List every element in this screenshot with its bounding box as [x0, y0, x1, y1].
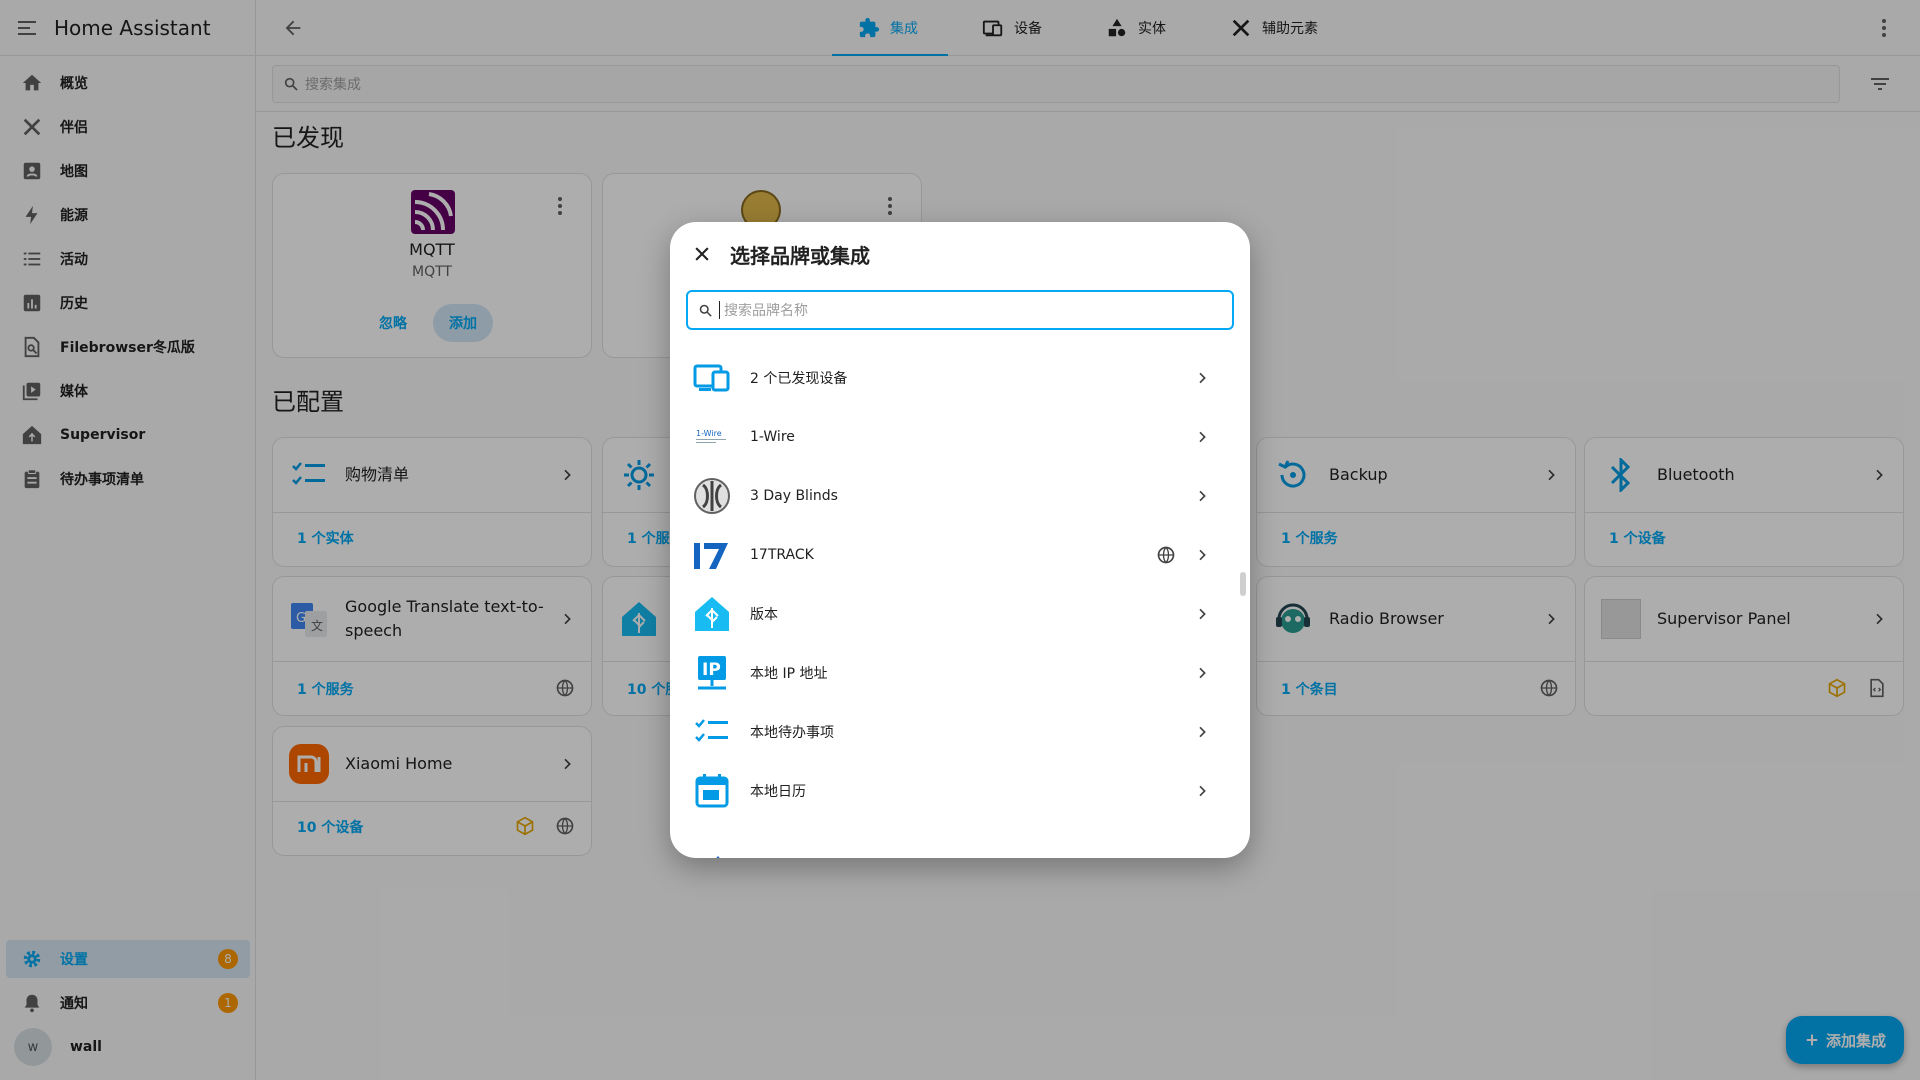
list-item-1-wire[interactable]: 1-Wire 1-Wire — [670, 407, 1236, 466]
home-assistant-logo-icon — [692, 594, 732, 634]
select-brand-dialog: 选择品牌或集成 搜索品牌名称 2 个已发现设备 1-Wire 1-Wire 3 … — [670, 222, 1250, 858]
brand-search-input[interactable]: 搜索品牌名称 — [686, 290, 1234, 330]
devices-icon — [692, 358, 732, 398]
list-item-local-calendar[interactable]: 本地日历 — [670, 761, 1236, 820]
calendar-icon — [692, 771, 732, 811]
list-item-label: 1-Wire — [750, 428, 795, 445]
17track-logo-icon — [692, 535, 732, 575]
svg-text:1-Wire: 1-Wire — [696, 429, 722, 438]
brand-list: 2 个已发现设备 1-Wire 1-Wire 3 Day Blinds 17TR… — [670, 340, 1236, 858]
svg-text:IP: IP — [702, 660, 721, 680]
list-item-3-day-blinds[interactable]: 3 Day Blinds — [670, 466, 1236, 525]
dialog-title: 选择品牌或集成 — [730, 243, 870, 268]
search-icon — [699, 304, 712, 317]
chevron-right-icon — [1199, 785, 1206, 796]
close-icon[interactable] — [692, 244, 712, 264]
text-caret — [719, 301, 720, 319]
list-item-local-ip[interactable]: IP 本地 IP 地址 — [670, 643, 1236, 702]
chevron-right-icon — [1199, 667, 1206, 678]
brand-search-placeholder: 搜索品牌名称 — [724, 303, 808, 319]
list-item-label: 2 个已发现设备 — [750, 370, 848, 387]
dialog-header: 选择品牌或集成 — [670, 222, 1250, 286]
chevron-right-icon — [1199, 431, 1206, 442]
list-item-label: 本地待办事项 — [750, 724, 834, 741]
1-wire-logo-icon: 1-Wire — [692, 417, 732, 457]
checklist-icon — [692, 712, 732, 752]
list-scrollbar[interactable] — [1240, 572, 1246, 596]
chevron-right-icon — [1199, 608, 1206, 619]
list-item-label: 本地 IP 地址 — [750, 665, 828, 682]
list-item-17track[interactable]: 17TRACK — [670, 525, 1236, 584]
ip-network-icon: IP — [692, 653, 732, 693]
list-item-partial[interactable] — [670, 820, 1236, 858]
brand-logo-icon — [692, 830, 732, 858]
list-item-version[interactable]: 版本 — [670, 584, 1236, 643]
chevron-right-icon — [1199, 726, 1206, 737]
list-item-label: 版本 — [750, 606, 778, 623]
chevron-right-icon — [1199, 372, 1206, 383]
chevron-right-icon — [1199, 490, 1206, 501]
list-item-discovered-devices[interactable]: 2 个已发现设备 — [670, 348, 1236, 407]
list-item-label: 本地日历 — [750, 783, 806, 800]
list-item-label: 3 Day Blinds — [750, 487, 838, 504]
chevron-right-icon — [1199, 549, 1206, 560]
list-item-label: 17TRACK — [750, 546, 814, 563]
list-item-local-todo[interactable]: 本地待办事项 — [670, 702, 1236, 761]
cloud-globe-icon — [1157, 546, 1175, 563]
3-day-blinds-logo-icon — [692, 476, 732, 516]
